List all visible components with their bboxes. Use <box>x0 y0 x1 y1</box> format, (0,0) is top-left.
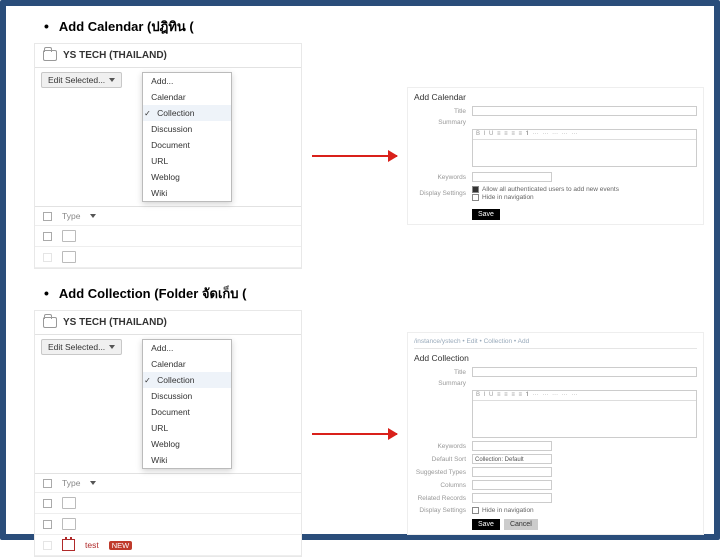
menu-item-calendar[interactable]: Calendar <box>151 92 186 102</box>
label-display: Display Settings <box>414 507 466 514</box>
checkbox-label: Hide in navigation <box>482 507 534 514</box>
breadcrumb: /instance/ystech • Edit • Collection • A… <box>414 337 697 349</box>
menu-item-url[interactable]: URL <box>151 156 168 166</box>
label-title: Title <box>414 369 466 376</box>
bullet-dot: • <box>44 18 49 34</box>
title-input[interactable] <box>472 367 697 377</box>
checkbox[interactable] <box>43 541 52 550</box>
checkbox-label: Allow all authenticated users to add new… <box>482 186 619 193</box>
folder-title: YS TECH (THAILAND) <box>63 50 167 61</box>
related-input[interactable] <box>472 493 552 503</box>
document-icon <box>62 251 76 263</box>
edit-selected-button[interactable]: Edit Selected... <box>41 72 122 88</box>
cancel-button[interactable]: Cancel <box>504 519 538 530</box>
column-header-type: Type <box>62 478 80 488</box>
checkbox[interactable] <box>472 186 479 193</box>
rich-text-editor[interactable] <box>472 390 697 438</box>
checkbox[interactable] <box>43 232 52 241</box>
label-columns: Columns <box>414 482 466 489</box>
document-icon <box>62 230 76 242</box>
checkbox[interactable] <box>472 194 479 201</box>
screenshot-dropdown-calendar: YS TECH (THAILAND) Edit Selected... Add.… <box>34 43 302 269</box>
label-keywords: Keywords <box>414 443 466 450</box>
columns-select[interactable] <box>472 480 552 490</box>
menu-item-url[interactable]: URL <box>151 423 168 433</box>
checkbox[interactable] <box>43 212 52 221</box>
section-heading-calendar: • Add Calendar (ปฎิทิน ( <box>44 16 704 37</box>
badge-new: NEW <box>109 541 133 550</box>
label-summary: Summary <box>414 119 466 126</box>
menu-item-collection[interactable]: Collection <box>157 375 194 385</box>
edit-selected-button[interactable]: Edit Selected... <box>41 339 122 355</box>
menu-item-document[interactable]: Document <box>151 407 190 417</box>
screenshot-dropdown-collection: YS TECH (THAILAND) Edit Selected... Add.… <box>34 310 302 557</box>
menu-item-document[interactable]: Document <box>151 140 190 150</box>
label-keywords: Keywords <box>414 174 466 181</box>
suggested-select[interactable] <box>472 467 552 477</box>
menu-item-add[interactable]: Add... <box>151 343 173 353</box>
keywords-input[interactable] <box>472 172 552 182</box>
form-title: Add Collection <box>414 353 697 363</box>
menu-item-calendar[interactable]: Calendar <box>151 359 186 369</box>
menu-item-discussion[interactable]: Discussion <box>151 391 192 401</box>
menu-item-wiki[interactable]: Wiki <box>151 188 167 198</box>
menu-item-add[interactable]: Add... <box>151 76 173 86</box>
folder-icon <box>43 317 57 328</box>
label-display: Display Settings <box>414 190 466 197</box>
menu-item-wiki[interactable]: Wiki <box>151 455 167 465</box>
menu-item-discussion[interactable]: Discussion <box>151 124 192 134</box>
chevron-down-icon <box>109 345 115 349</box>
sort-icon[interactable] <box>90 481 96 485</box>
menu-item-weblog[interactable]: Weblog <box>151 172 180 182</box>
rich-text-editor[interactable] <box>472 129 697 167</box>
section-heading-collection: • Add Collection (Folder จัดเก็บ ( <box>44 283 704 304</box>
label-related: Related Records <box>414 495 466 502</box>
checkbox-label: Hide in navigation <box>482 194 534 201</box>
row-label-test: test <box>85 540 99 550</box>
label-summary: Summary <box>414 380 466 387</box>
chevron-down-icon <box>109 78 115 82</box>
document-icon <box>62 518 76 530</box>
checkbox[interactable] <box>43 499 52 508</box>
add-menu[interactable]: Add... Calendar Collection Discussion Do… <box>142 72 232 202</box>
checkbox[interactable] <box>43 520 52 529</box>
label-title: Title <box>414 108 466 115</box>
arrow-icon <box>312 155 397 157</box>
label-suggested: Suggested Types <box>414 469 466 476</box>
column-header-type: Type <box>62 211 80 221</box>
heading-text: Add Collection (Folder จัดเก็บ ( <box>59 283 247 304</box>
folder-title: YS TECH (THAILAND) <box>63 317 167 328</box>
screenshot-form-add-calendar: Add Calendar Title Summary Keywords Disp… <box>407 87 704 225</box>
arrow-icon <box>312 433 397 435</box>
calendar-icon <box>62 539 75 551</box>
sort-icon[interactable] <box>90 214 96 218</box>
checkbox[interactable] <box>472 507 479 514</box>
title-input[interactable] <box>472 106 697 116</box>
menu-item-weblog[interactable]: Weblog <box>151 439 180 449</box>
keywords-input[interactable] <box>472 441 552 451</box>
menu-item-collection[interactable]: Collection <box>157 108 194 118</box>
screenshot-form-add-collection: /instance/ystech • Edit • Collection • A… <box>407 332 704 535</box>
save-button[interactable]: Save <box>472 519 500 530</box>
folder-icon <box>43 50 57 61</box>
heading-text: Add Calendar (ปฎิทิน ( <box>59 16 194 37</box>
bullet-dot: • <box>44 285 49 301</box>
add-menu[interactable]: Add... Calendar Collection Discussion Do… <box>142 339 232 469</box>
form-title: Add Calendar <box>414 92 697 102</box>
checkbox[interactable] <box>43 253 52 262</box>
label-default-sort: Default Sort <box>414 456 466 463</box>
document-icon <box>62 497 76 509</box>
default-sort-select[interactable]: Collection: Default <box>472 454 552 464</box>
checkbox[interactable] <box>43 479 52 488</box>
save-button[interactable]: Save <box>472 209 500 220</box>
